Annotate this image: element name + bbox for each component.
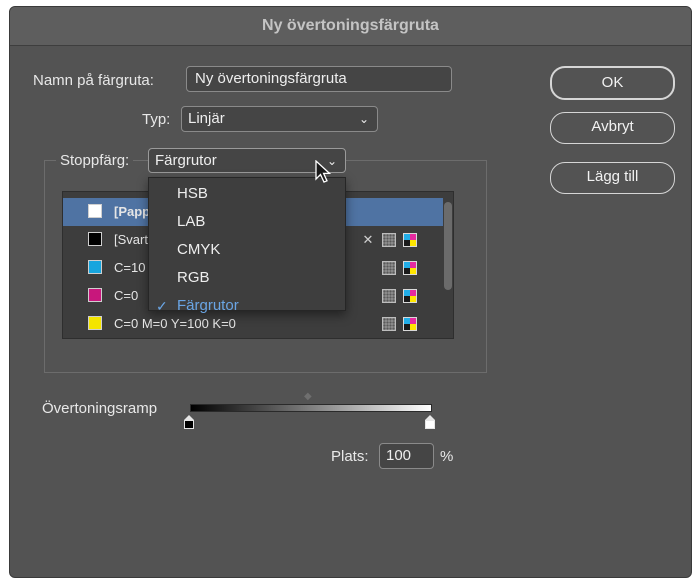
swatch-color-chip bbox=[88, 316, 102, 330]
location-input[interactable]: 100 bbox=[379, 443, 434, 469]
chevron-down-icon: ⌄ bbox=[358, 112, 369, 126]
stop-color-dropdown-menu: HSB LAB CMYK RGB ✓ Färgrutor bbox=[148, 177, 346, 314]
stop-color-chip bbox=[184, 420, 194, 429]
checkmark-icon: ✓ bbox=[156, 298, 168, 314]
type-label: Typ: bbox=[142, 111, 171, 128]
menu-item-label: Färgrutor bbox=[177, 297, 239, 314]
add-button[interactable]: Lägg till bbox=[550, 162, 675, 194]
mouse-pointer-icon bbox=[315, 160, 332, 183]
menu-item-label: CMYK bbox=[177, 241, 221, 258]
menu-item-label: LAB bbox=[177, 213, 206, 230]
gradient-stop-start[interactable] bbox=[184, 415, 194, 429]
swatch-list-scrollbar[interactable] bbox=[444, 198, 452, 332]
cmyk-mode-icon bbox=[403, 289, 417, 303]
non-editable-icon: ✕ bbox=[362, 232, 374, 247]
swatch-color-chip bbox=[88, 288, 102, 302]
cmyk-mode-icon bbox=[403, 317, 417, 331]
menu-item-cmyk[interactable]: CMYK bbox=[149, 236, 345, 264]
scrollbar-thumb[interactable] bbox=[444, 202, 452, 290]
process-color-icon bbox=[382, 289, 396, 303]
cmyk-mode-icon bbox=[403, 233, 417, 247]
midpoint-diamond-icon[interactable]: ◆ bbox=[304, 391, 312, 402]
dialog-title: Ny övertoningsfärgruta bbox=[10, 7, 691, 46]
swatch-row-name: [Papp bbox=[114, 204, 151, 219]
process-color-icon bbox=[382, 317, 396, 331]
swatch-row-name: [Svart bbox=[114, 232, 148, 247]
stop-color-label: Stoppfärg: bbox=[56, 152, 134, 169]
menu-item-rgb[interactable]: RGB bbox=[149, 264, 345, 292]
swatch-color-chip bbox=[88, 260, 102, 274]
gradient-stop-end[interactable] bbox=[425, 415, 435, 429]
swatch-color-chip bbox=[88, 204, 102, 218]
location-label: Plats: bbox=[331, 448, 369, 465]
type-select-value: Linjär bbox=[188, 110, 225, 127]
process-color-icon bbox=[382, 261, 396, 275]
swatch-color-chip bbox=[88, 232, 102, 246]
stop-color-chip bbox=[425, 420, 435, 429]
swatch-row-name: C=0 bbox=[114, 288, 139, 303]
menu-item-label: RGB bbox=[177, 269, 210, 286]
ok-button[interactable]: OK bbox=[550, 66, 675, 100]
stop-color-select-value: Färgrutor bbox=[155, 152, 217, 169]
menu-item-label: HSB bbox=[177, 185, 208, 202]
process-color-icon bbox=[382, 233, 396, 247]
swatch-name-label: Namn på färgruta: bbox=[33, 72, 154, 89]
gradient-swatch-dialog: Ny övertoningsfärgruta Namn på färgruta:… bbox=[9, 6, 692, 578]
swatch-name-input[interactable]: Ny övertoningsfärgruta bbox=[186, 66, 452, 92]
cmyk-mode-icon bbox=[403, 261, 417, 275]
gradient-ramp-label: Övertoningsramp bbox=[42, 400, 158, 417]
swatch-row-name: C=10 bbox=[114, 260, 146, 275]
menu-item-lab[interactable]: LAB bbox=[149, 208, 345, 236]
menu-item-swatches[interactable]: ✓ Färgrutor bbox=[149, 292, 345, 320]
location-unit: % bbox=[440, 448, 454, 465]
cancel-button[interactable]: Avbryt bbox=[550, 112, 675, 144]
gradient-ramp[interactable] bbox=[190, 404, 432, 412]
type-select[interactable]: Linjär ⌄ bbox=[181, 106, 378, 132]
